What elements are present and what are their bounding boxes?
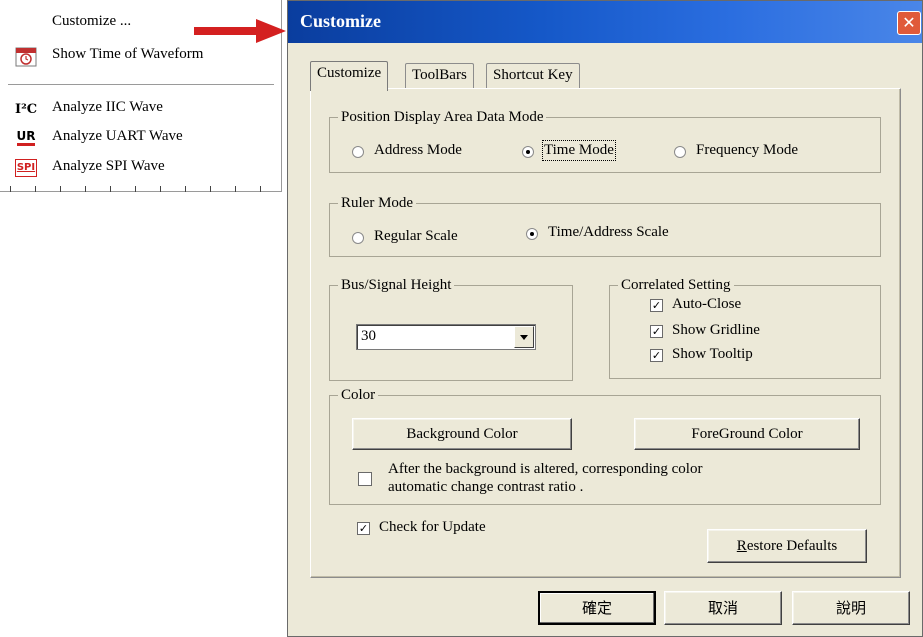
ruler-mode-group: Ruler Mode Regular Scale Time/Address Sc… (329, 194, 881, 257)
menu-separator (8, 84, 274, 86)
ruler-ticks (0, 186, 282, 192)
radio-label: Regular Scale (374, 228, 458, 244)
menu-item-analyze-spi[interactable]: SPI Analyze SPI Wave (0, 153, 282, 183)
radio-indicator (526, 228, 538, 240)
dialog-title: Customize (300, 11, 381, 31)
cancel-button[interactable]: 取消 (664, 591, 782, 625)
restore-defaults-button[interactable]: Restore Defaults (707, 529, 867, 563)
menu-item-analyze-iic[interactable]: I²C Analyze IIC Wave (0, 94, 282, 124)
spi-icon: SPI (15, 159, 37, 177)
pointer-arrow-icon (194, 19, 286, 43)
radio-label: Time Mode (542, 140, 616, 161)
group-label: Ruler Mode (338, 194, 417, 212)
help-button[interactable]: 說明 (792, 591, 910, 625)
menu-item-show-time-of-waveform[interactable]: Show Time of Waveform (0, 41, 282, 71)
checkbox-indicator: ✓ (650, 349, 663, 362)
group-label: Position Display Area Data Mode (338, 108, 547, 126)
foreground-color-button[interactable]: ForeGround Color (634, 418, 860, 450)
title-bar[interactable]: Customize ✕ (288, 1, 922, 43)
color-group: Color Background Color ForeGround Color … (329, 386, 881, 505)
checkbox-indicator: ✓ (357, 522, 370, 535)
correlated-setting-group: Correlated Setting ✓ Auto-Close ✓ Show G… (609, 276, 881, 379)
position-mode-group: Position Display Area Data Mode Address … (329, 108, 881, 173)
checkbox-label: Check for Update (379, 519, 486, 535)
radio-indicator (674, 146, 686, 158)
radio-label: Time/Address Scale (548, 224, 669, 240)
group-label: Color (338, 386, 379, 404)
checkbox-indicator (358, 472, 372, 486)
auto-contrast-label: After the background is altered, corresp… (388, 461, 703, 495)
menu-item-analyze-uart[interactable]: UR Analyze UART Wave (0, 123, 282, 153)
chevron-down-icon[interactable] (514, 326, 534, 348)
height-select[interactable]: 30 (356, 324, 536, 350)
tab-toolbars[interactable]: ToolBars (405, 63, 474, 89)
checkbox-label: Auto-Close (672, 296, 742, 312)
tab-shortcut-key[interactable]: Shortcut Key (486, 63, 580, 89)
customize-dialog: Customize ✕ Customize ToolBars Shortcut … (287, 0, 923, 637)
radio-label: Address Mode (374, 142, 462, 158)
tab-customize[interactable]: Customize (310, 61, 389, 91)
uart-icon: UR (15, 129, 37, 149)
close-button[interactable]: ✕ (897, 11, 921, 35)
tab-panel: Position Display Area Data Mode Address … (310, 88, 901, 578)
radio-indicator (522, 146, 534, 158)
checkbox-indicator: ✓ (650, 299, 663, 312)
height-value: 30 (361, 328, 376, 344)
checkbox-indicator: ✓ (650, 325, 663, 338)
waveform-time-icon (15, 47, 37, 67)
radio-indicator (352, 232, 364, 244)
menu-item-label: Customize ... (52, 13, 132, 29)
radio-label: Frequency Mode (696, 142, 799, 158)
iic-icon: I²C (15, 102, 38, 117)
radio-indicator (352, 146, 364, 158)
ok-button[interactable]: 確定 (538, 591, 656, 625)
menu-item-label: Analyze SPI Wave (52, 158, 165, 174)
bus-signal-height-group: Bus/Signal Height 30 (329, 276, 573, 381)
menu-item-label: Analyze IIC Wave (52, 99, 163, 115)
background-color-button[interactable]: Background Color (352, 418, 572, 450)
group-label: Bus/Signal Height (338, 276, 455, 294)
group-label: Correlated Setting (618, 276, 734, 294)
menu-item-label: Show Time of Waveform (52, 46, 204, 62)
checkbox-label: Show Tooltip (672, 346, 753, 362)
checkbox-label: Show Gridline (672, 322, 760, 338)
menu-item-label: Analyze UART Wave (52, 128, 183, 144)
